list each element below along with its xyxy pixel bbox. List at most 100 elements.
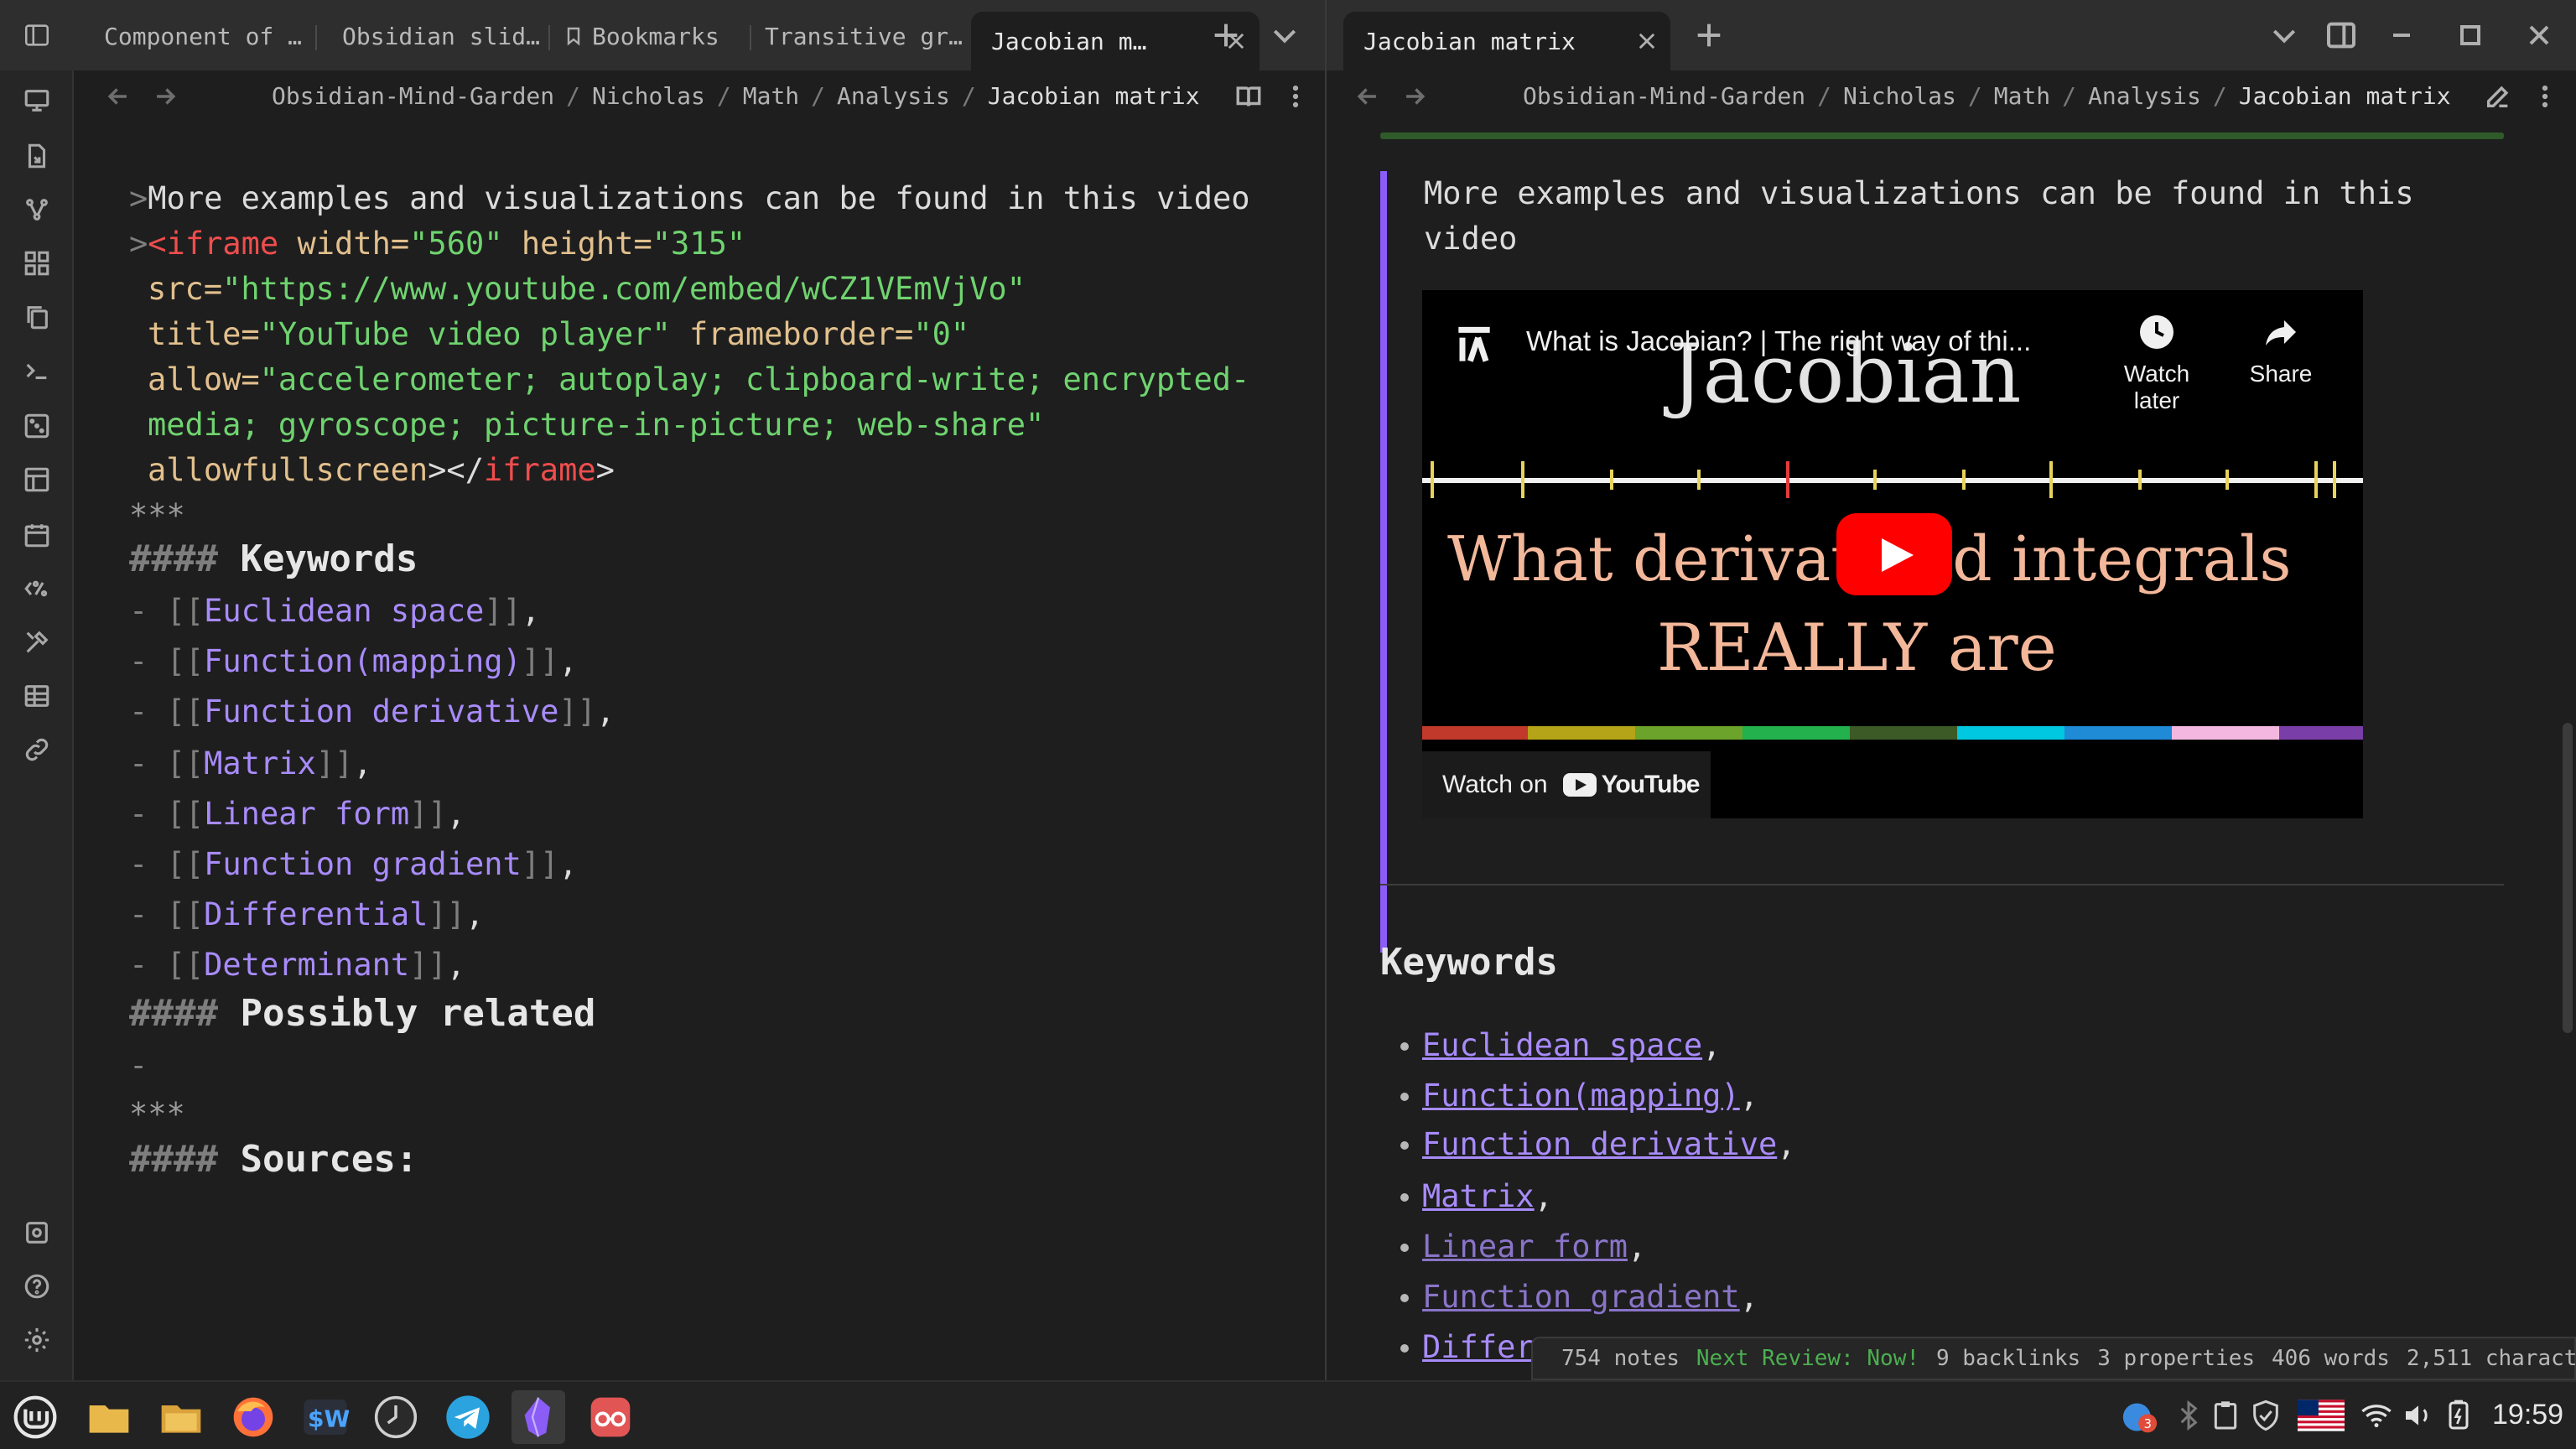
tab-jacobian-matrix-preview[interactable]: Jacobian matrix [1343, 12, 1670, 70]
breadcrumb-item[interactable]: Obsidian-Mind-Garden [272, 82, 554, 110]
reader-glasses-icon[interactable] [584, 1390, 637, 1444]
internal-link[interactable]: Euclidean space [1422, 1027, 1702, 1063]
tab-obsidian-slides[interactable]: Obsidian slid… [322, 12, 548, 60]
breadcrumb-item[interactable]: Nicholas [592, 82, 705, 110]
new-tab-plus-icon[interactable] [1692, 18, 1726, 52]
file-manager-icon[interactable] [154, 1390, 208, 1444]
channel-logo-icon[interactable] [1451, 322, 1498, 369]
wifi-icon[interactable] [2360, 1399, 2393, 1432]
terminal-icon[interactable] [20, 354, 54, 387]
video-title[interactable]: What is Jacobian? | The right way of thi… [1526, 325, 2031, 357]
thumbnail-tick [2049, 461, 2053, 498]
firefox-icon[interactable] [226, 1390, 280, 1444]
word-count[interactable]: 406 words [2272, 1346, 2390, 1371]
breadcrumb-current[interactable]: Jacobian matrix [988, 82, 1200, 110]
youtube-embed[interactable]: Jacobian What is Jacobian? | The right w… [1422, 290, 2363, 818]
settings-gear-icon[interactable] [20, 1323, 54, 1357]
status-bar: 754 notes Next Review: Now! 9 backlinks … [1531, 1337, 2576, 1380]
breadcrumb: Obsidian-Mind-Garden / Nicholas / Math / Analy… [1523, 82, 2451, 110]
watch-on-youtube-button[interactable]: Watch on YouTube [1422, 751, 1711, 818]
source-editor[interactable]: >More examples and visualizations can be… [74, 122, 1325, 1380]
unresolved-link[interactable]: Function gradient [1422, 1279, 1740, 1315]
wallet-app-icon[interactable]: $W [299, 1390, 352, 1444]
thumbnail-tick [1962, 470, 1966, 490]
forward-arrow-icon[interactable] [1400, 82, 1429, 111]
volume-icon[interactable] [2402, 1399, 2435, 1432]
templater-icon[interactable] [20, 572, 54, 605]
tab-transitive-graph[interactable]: Transitive gr… [745, 12, 988, 60]
clock-app-icon[interactable] [369, 1390, 423, 1444]
tab-label: Jacobian matrix [1363, 27, 1576, 55]
obsidian-icon[interactable] [512, 1390, 565, 1444]
new-tab-plus-icon[interactable] [1209, 18, 1243, 52]
list-item: Linear form, [1400, 1224, 1646, 1270]
tab-component-of[interactable]: Component of … [84, 12, 310, 60]
back-arrow-icon[interactable] [1353, 82, 1382, 111]
battery-icon[interactable] [2442, 1399, 2475, 1432]
note-count[interactable]: 754 notes [1561, 1346, 1680, 1371]
breadcrumb-current[interactable]: Jacobian matrix [2239, 82, 2451, 110]
left-tab-bar: Component of … Obsidian slid… Bookmarks … [74, 0, 1327, 70]
reading-view-book-icon[interactable] [1234, 82, 1263, 111]
taskbar-clock[interactable]: 19:59 [2492, 1399, 2563, 1431]
random-note-icon[interactable] [20, 409, 54, 443]
play-button-icon[interactable] [1836, 513, 1952, 595]
graph-view-icon[interactable] [20, 193, 54, 226]
vault-switcher-icon[interactable] [20, 1216, 54, 1249]
telegram-icon[interactable] [441, 1390, 495, 1444]
tools-icon[interactable] [20, 626, 54, 659]
color-strip [2172, 726, 2279, 740]
thumbnail-axis [1422, 478, 2363, 483]
maximize-icon[interactable] [2454, 18, 2487, 52]
backlink-count[interactable]: 9 backlinks [1936, 1346, 2080, 1371]
breadcrumb-item[interactable]: Math [1994, 82, 2050, 110]
breadcrumb-item[interactable]: Nicholas [1843, 82, 1956, 110]
breadcrumb-item[interactable]: Analysis [837, 82, 950, 110]
us-flag-keyboard-layout-icon[interactable] [2298, 1399, 2345, 1432]
tab-list-chevron-down-icon[interactable] [1268, 18, 1301, 52]
unresolved-link[interactable]: Linear form [1422, 1228, 1628, 1265]
forward-arrow-icon[interactable] [151, 82, 179, 111]
slides-icon[interactable] [20, 84, 54, 117]
watch-later-button[interactable]: Watch later [2106, 312, 2207, 414]
folder-icon[interactable] [82, 1390, 136, 1444]
preview-scrollbar[interactable] [2563, 723, 2573, 1033]
layout-icon[interactable] [20, 463, 54, 496]
bluetooth-icon[interactable] [2172, 1399, 2205, 1432]
property-count[interactable]: 3 properties [2097, 1346, 2255, 1371]
help-icon[interactable] [20, 1270, 54, 1303]
sidebar-toggle-button[interactable] [0, 0, 74, 70]
internal-link[interactable]: Function derivative [1422, 1126, 1777, 1162]
copy-icon[interactable] [20, 300, 54, 334]
notification-badge-icon[interactable]: 3 [2122, 1399, 2158, 1436]
edit-pencil-icon[interactable] [2484, 82, 2512, 111]
link-icon[interactable] [20, 733, 54, 766]
more-options-icon[interactable] [2531, 82, 2559, 111]
tab-list-chevron-down-icon[interactable] [2267, 18, 2301, 52]
more-options-icon[interactable] [1281, 82, 1310, 111]
color-strip [1957, 726, 2064, 740]
mint-menu-icon[interactable] [8, 1390, 62, 1444]
character-count[interactable]: 2,511 characters [2407, 1346, 2576, 1371]
table-icon[interactable] [20, 679, 54, 713]
breadcrumb-item[interactable]: Analysis [2088, 82, 2201, 110]
editor-keyword-line: - [[Function derivative]], [129, 693, 615, 730]
clipboard-icon[interactable] [2209, 1399, 2242, 1432]
svg-text:3: 3 [2144, 1417, 2152, 1431]
internal-link[interactable]: Matrix [1422, 1178, 1535, 1214]
close-icon[interactable] [1635, 29, 1659, 53]
editor-empty-list-item: - [129, 1047, 148, 1083]
back-arrow-icon[interactable] [104, 82, 132, 111]
share-button[interactable]: Share [2231, 312, 2331, 387]
breadcrumb-item[interactable]: Math [743, 82, 799, 110]
canvas-icon[interactable] [20, 247, 54, 280]
internal-link[interactable]: Function(mapping) [1422, 1078, 1740, 1114]
breadcrumb-item[interactable]: Obsidian-Mind-Garden [1523, 82, 1805, 110]
calendar-icon[interactable] [20, 518, 54, 552]
close-window-icon[interactable] [2522, 18, 2556, 52]
shield-icon[interactable] [2249, 1399, 2283, 1432]
right-sidebar-toggle-icon[interactable] [2324, 18, 2358, 52]
open-file-icon[interactable] [20, 139, 54, 173]
minimize-icon[interactable] [2385, 18, 2418, 52]
next-review-status[interactable]: Next Review: Now! [1696, 1346, 1919, 1371]
